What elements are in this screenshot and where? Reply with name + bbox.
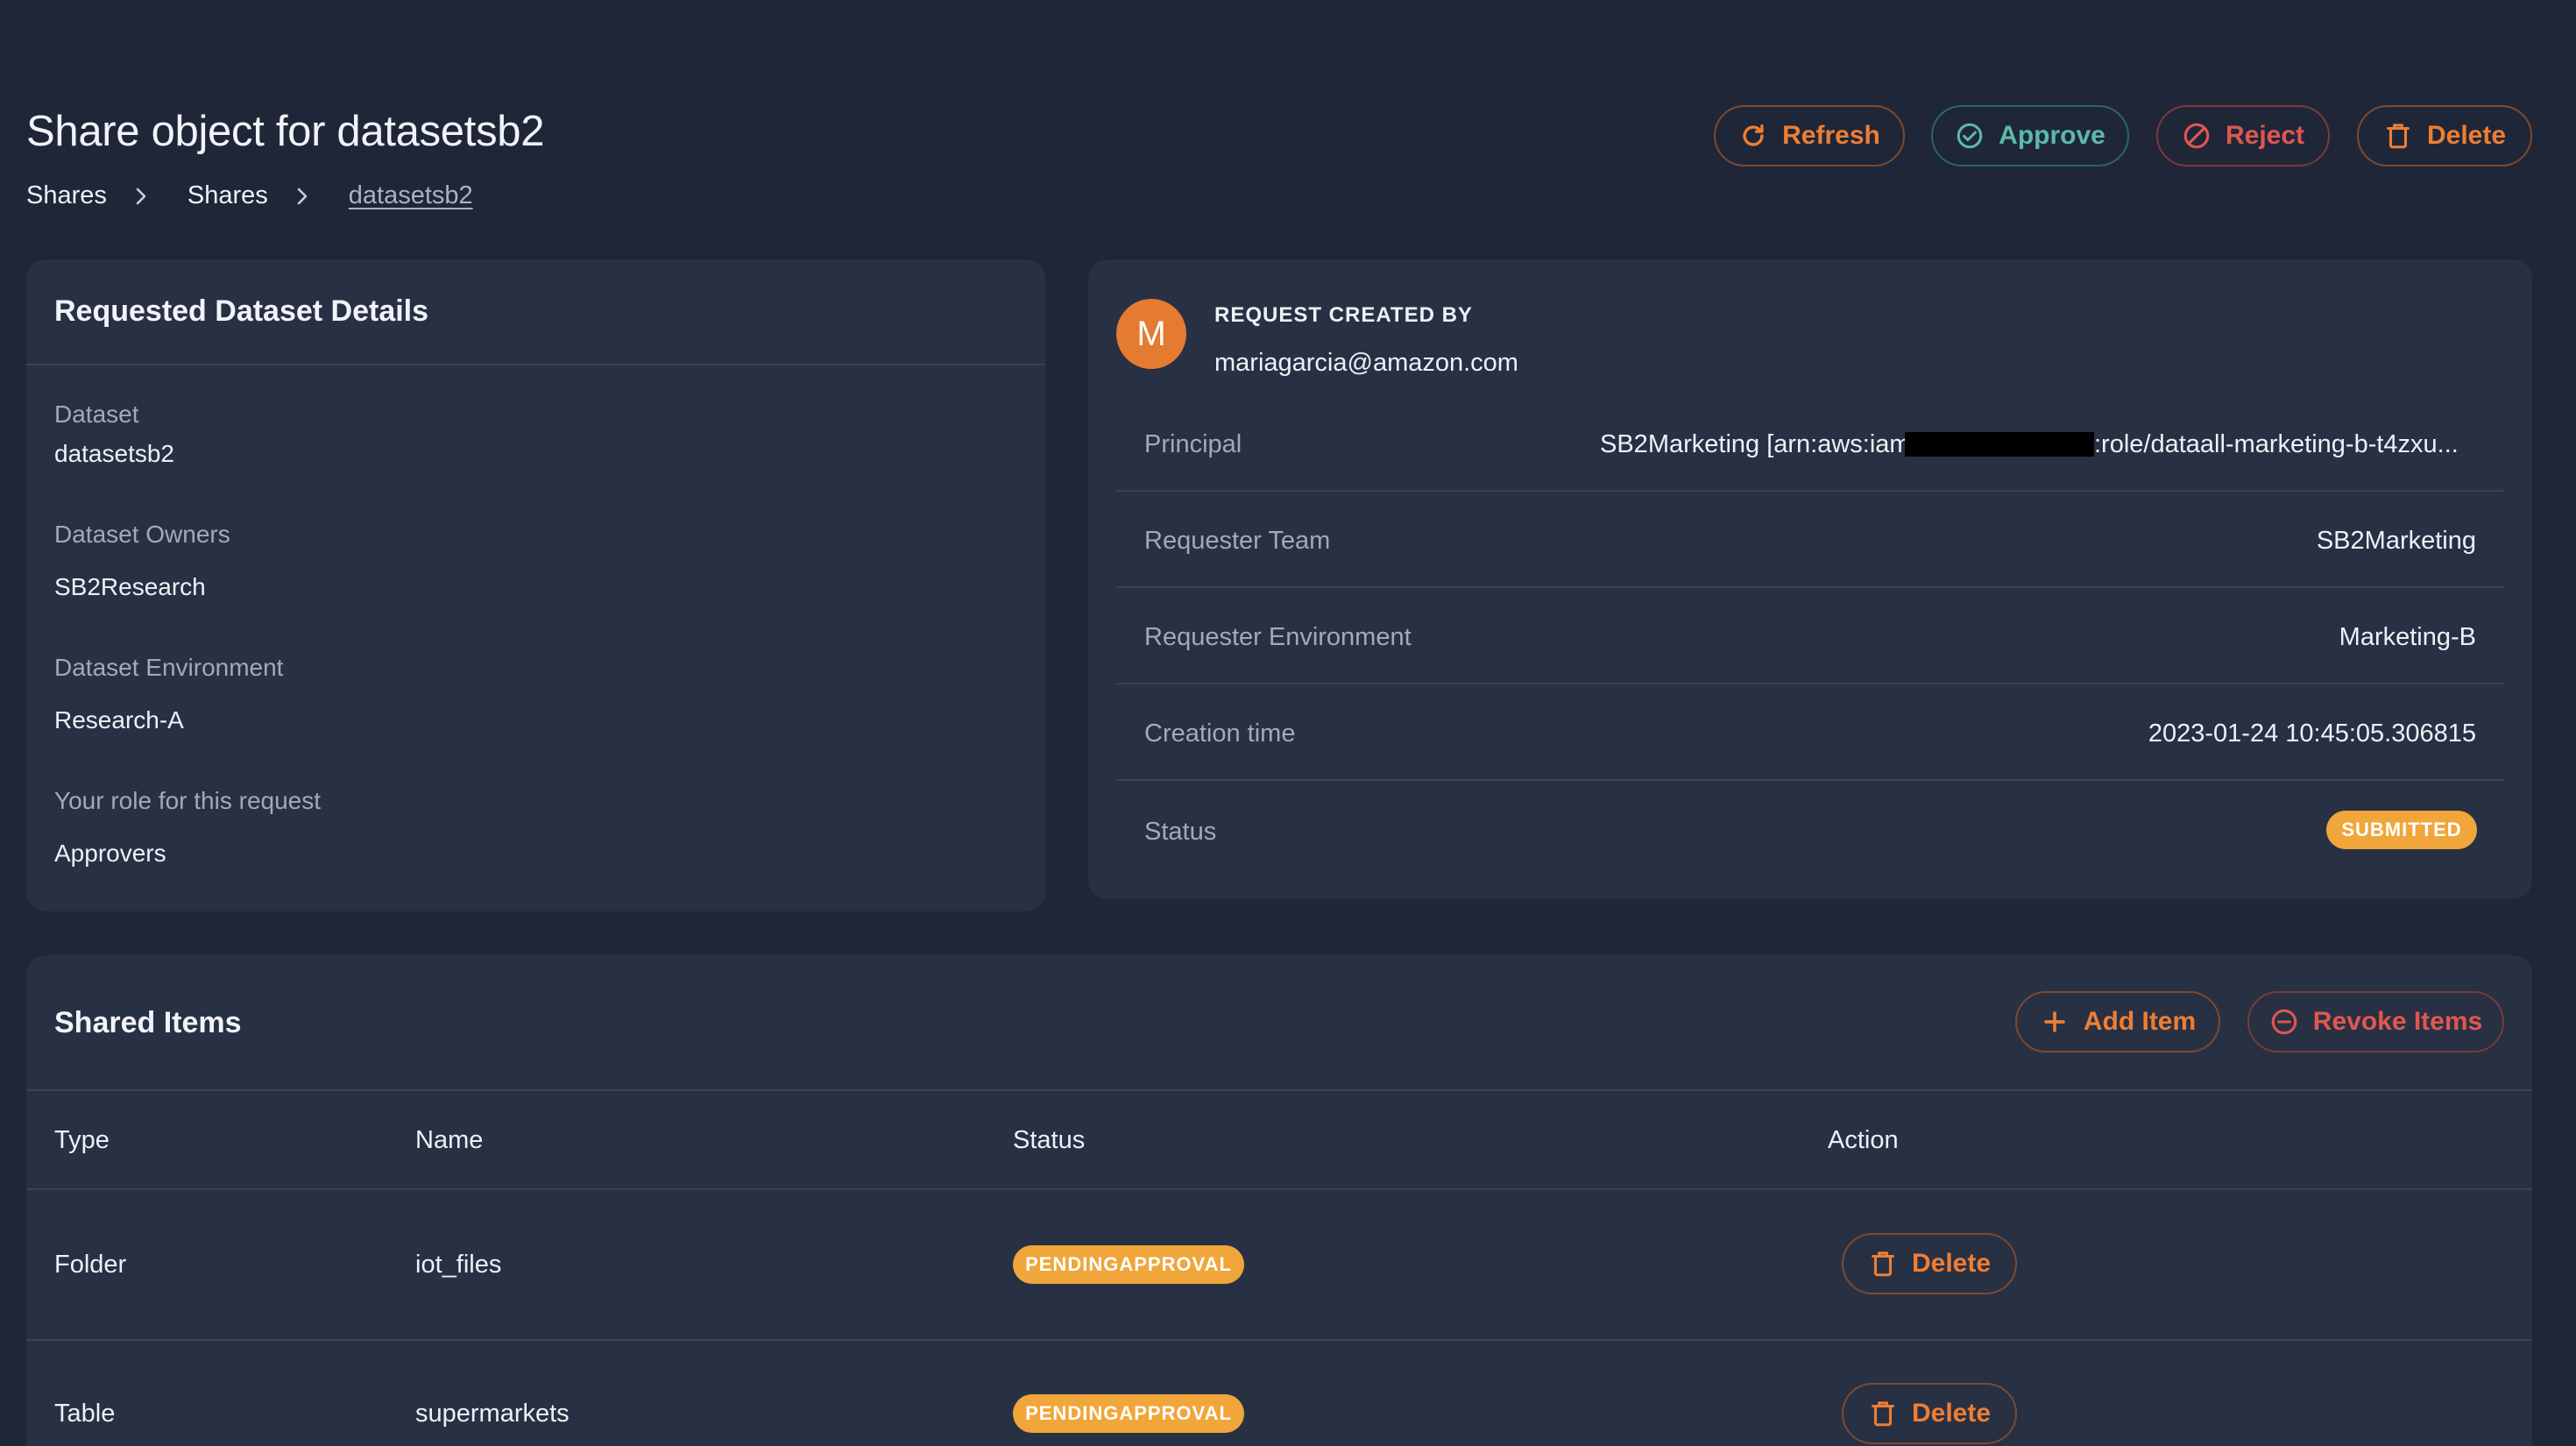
status-badge: PENDINGAPPROVAL — [1013, 1394, 1244, 1433]
divider — [26, 1339, 2532, 1341]
minus-circle-icon — [2271, 1009, 2297, 1035]
column-header-status: Status — [1013, 1126, 1086, 1154]
delete-item-button[interactable]: Delete — [1842, 1233, 2017, 1294]
column-header-action: Action — [1828, 1126, 1899, 1154]
reject-label: Reject — [2225, 121, 2305, 150]
requester-environment-label: Requester Environment — [1144, 623, 1412, 651]
row-type: Table — [54, 1400, 116, 1428]
plus-icon — [2044, 1011, 2065, 1032]
divider — [26, 364, 1045, 365]
divider — [26, 1089, 2532, 1091]
trash-icon — [2387, 124, 2410, 149]
creation-time-value: 2023-01-24 10:45:05.306815 — [2148, 719, 2476, 748]
delete-item-label: Delete — [1911, 1249, 1992, 1278]
avatar: M — [1116, 299, 1186, 369]
delete-item-button[interactable]: Delete — [1842, 1383, 2017, 1444]
chevron-right-icon — [131, 187, 151, 206]
role-label: Your role for this request — [54, 787, 322, 814]
divider — [1116, 683, 2504, 684]
trash-icon — [1872, 1401, 1894, 1427]
dataset-environment-label: Dataset Environment — [54, 654, 284, 681]
row-type: Folder — [54, 1251, 127, 1279]
revoke-items-label: Revoke Items — [2312, 1007, 2483, 1036]
principal-label: Principal — [1144, 430, 1242, 458]
delete-label: Delete — [2426, 121, 2507, 150]
dataset-environment-value: Research-A — [54, 706, 184, 734]
delete-button[interactable]: Delete — [2357, 105, 2532, 167]
breadcrumb-item-datasetsb2[interactable]: datasetsb2 — [349, 181, 473, 210]
block-icon — [2183, 123, 2210, 149]
request-created-by-label: REQUEST CREATED BY — [1214, 303, 1473, 327]
revoke-items-button[interactable]: Revoke Items — [2247, 991, 2504, 1053]
breadcrumb-item-shares[interactable]: Shares — [26, 181, 107, 210]
breadcrumb: Shares Shares datasetsb2 — [26, 181, 473, 210]
refresh-label: Refresh — [1782, 121, 1880, 150]
dataset-owners-label: Dataset Owners — [54, 521, 230, 548]
breadcrumb-item-shares-2[interactable]: Shares — [188, 181, 268, 210]
status-badge: SUBMITTED — [2326, 811, 2477, 849]
refresh-icon — [1743, 124, 1764, 146]
principal-value-prefix: SB2Marketing [arn:aws:iam — [1600, 430, 1911, 458]
delete-item-label: Delete — [1911, 1399, 1992, 1428]
dataset-label: Dataset — [54, 400, 139, 428]
column-header-name: Name — [415, 1126, 484, 1154]
chevron-right-icon — [293, 187, 312, 206]
add-item-button[interactable]: Add Item — [2015, 991, 2220, 1053]
requester-team-label: Requester Team — [1144, 527, 1331, 555]
add-item-label: Add Item — [2083, 1007, 2197, 1036]
divider — [1116, 490, 2504, 492]
dataset-owners-value: SB2Research — [54, 573, 206, 600]
role-value: Approvers — [54, 840, 166, 867]
status-badge: PENDINGAPPROVAL — [1013, 1245, 1244, 1284]
row-name: supermarkets — [415, 1400, 570, 1428]
requester-environment-value: Marketing-B — [2339, 623, 2476, 651]
status-label: Status — [1144, 818, 1217, 846]
divider — [1116, 779, 2504, 781]
requester-team-value: SB2Marketing — [2316, 527, 2476, 555]
request-created-by-email: mariagarcia@amazon.com — [1214, 349, 1518, 377]
reject-button[interactable]: Reject — [2156, 105, 2330, 167]
dataset-details-title: Requested Dataset Details — [54, 294, 429, 328]
divider — [1116, 586, 2504, 588]
column-header-type: Type — [54, 1126, 110, 1154]
creation-time-label: Creation time — [1144, 719, 1296, 748]
row-name: iot_files — [415, 1251, 502, 1279]
divider — [26, 1188, 2532, 1190]
refresh-button[interactable]: Refresh — [1714, 105, 1905, 167]
trash-icon — [1872, 1251, 1894, 1277]
approve-button[interactable]: Approve — [1931, 105, 2129, 167]
approve-label: Approve — [1999, 121, 2105, 150]
page-title: Share object for datasetsb2 — [26, 108, 545, 155]
shared-items-title: Shared Items — [54, 1006, 242, 1039]
check-circle-icon — [1957, 123, 1983, 149]
principal-value-suffix: :role/dataall-marketing-b-t4zxu... — [2094, 430, 2459, 458]
share-object-page: Share object for datasetsb2 Shares Share… — [0, 0, 2576, 1446]
redaction-block — [1905, 432, 2094, 457]
dataset-value: datasetsb2 — [54, 440, 174, 467]
